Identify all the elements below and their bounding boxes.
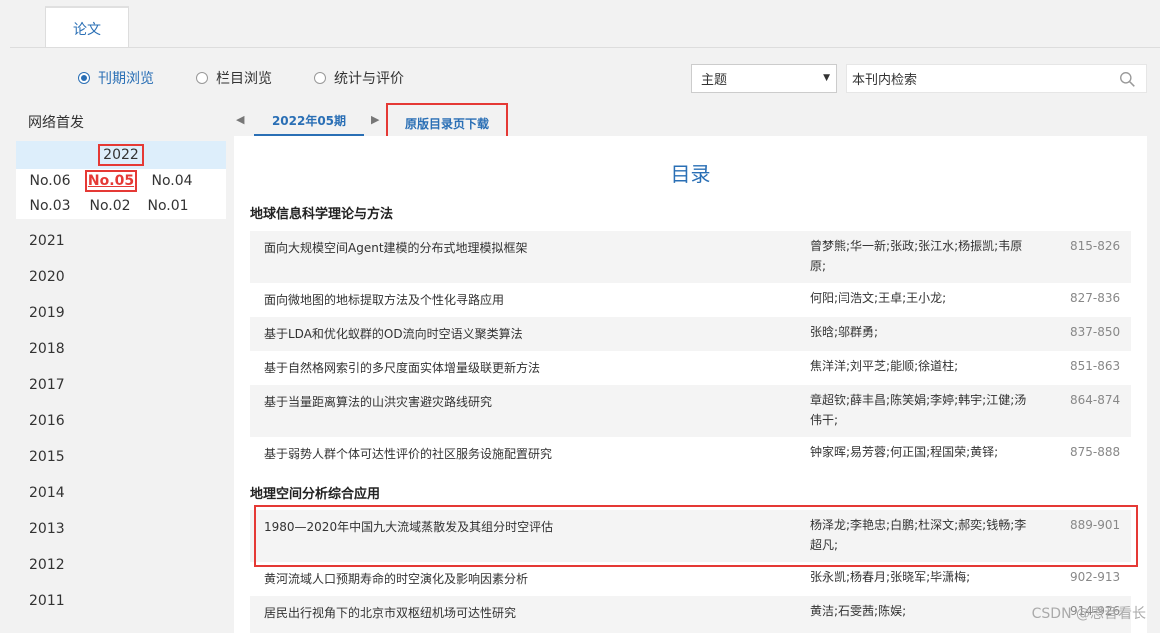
issue-list: No.06 No.05 No.04 No.03 No.02 No.01 bbox=[16, 169, 226, 219]
tab-paper[interactable]: 论文 bbox=[45, 6, 129, 49]
year-link[interactable]: 2017 bbox=[29, 377, 65, 393]
issue-link-selected[interactable]: No.05 bbox=[85, 170, 137, 192]
article-pages: 837-850 bbox=[1070, 325, 1121, 339]
article-authors: 张永凯;杨春月;张晓军;毕潇梅; bbox=[810, 570, 971, 584]
online-first-link[interactable]: 网络首发 bbox=[28, 112, 84, 132]
article-authors: 焦洋洋;刘平芝;能顺;徐道柱; bbox=[810, 359, 959, 373]
current-year-label: 2022 bbox=[98, 144, 144, 166]
current-year[interactable]: 2022 bbox=[16, 141, 226, 169]
section-heading: 地球信息科学理论与方法 bbox=[250, 207, 394, 222]
article-title[interactable]: 居民出行视角下的北京市双枢纽机场可达性研究 bbox=[264, 604, 804, 621]
dropdown-arrow-icon: ▼ bbox=[823, 73, 830, 83]
article-pages: 827-836 bbox=[1070, 291, 1121, 305]
year-link[interactable]: 2011 bbox=[29, 593, 65, 609]
top-tab-bar: 论文 bbox=[0, 0, 1160, 49]
radio-dot-icon bbox=[196, 72, 208, 84]
section-heading: 地理空间分析综合应用 bbox=[250, 487, 381, 502]
radio-label: 刊期浏览 bbox=[98, 71, 154, 87]
year-link[interactable]: 2014 bbox=[29, 485, 65, 501]
issue-link[interactable]: No.03 bbox=[20, 198, 80, 214]
watermark: CSDN @思音看长 bbox=[1031, 606, 1146, 622]
year-link[interactable]: 2016 bbox=[29, 413, 65, 429]
issue-link[interactable]: No.04 bbox=[142, 173, 202, 189]
article-authors: 钟家晖;易芳蓉;何正国;程国荣;黄铎; bbox=[810, 445, 999, 459]
radio-issue-browse[interactable]: 刊期浏览 bbox=[78, 68, 154, 88]
article-row: 黄河流域人口预期寿命的时空演化及影响因素分析 张永凯;杨春月;张晓军;毕潇梅; … bbox=[250, 562, 1131, 596]
issue-link[interactable]: No.01 bbox=[138, 198, 198, 214]
radio-label: 统计与评价 bbox=[334, 71, 404, 87]
year-link[interactable]: 2012 bbox=[29, 557, 65, 573]
article-authors: 曾梦熊;华一新;张政;张江水;杨振凯;韦原原; bbox=[810, 239, 1023, 273]
article-authors: 张晗;邬群勇; bbox=[810, 325, 879, 339]
search-icon[interactable] bbox=[1119, 71, 1136, 88]
article-pages: 875-888 bbox=[1070, 445, 1121, 459]
article-title[interactable]: 基于自然格网索引的多尺度面实体增量级联更新方法 bbox=[264, 359, 804, 376]
issue-link[interactable]: No.06 bbox=[20, 173, 80, 189]
tab-current-issue[interactable]: 2022年05期 bbox=[254, 106, 364, 136]
radio-label: 栏目浏览 bbox=[216, 71, 272, 87]
article-row: 面向微地图的地标提取方法及个性化寻路应用 何阳;闫浩文;王卓;王小龙; 827-… bbox=[250, 283, 1131, 317]
search-input-text: 本刊内检索 bbox=[852, 73, 918, 88]
article-row: 面向大规模空间Agent建模的分布式地理模拟框架 曾梦熊;华一新;张政;张江水;… bbox=[250, 231, 1131, 283]
article-pages: 864-874 bbox=[1070, 393, 1121, 407]
article-authors: 何阳;闫浩文;王卓;王小龙; bbox=[810, 291, 947, 305]
article-pages: 851-863 bbox=[1070, 359, 1121, 373]
search-field-select[interactable]: 主题 ▼ bbox=[691, 64, 837, 93]
year-link[interactable]: 2020 bbox=[29, 269, 65, 285]
radio-stats-eval[interactable]: 统计与评价 bbox=[314, 68, 404, 88]
article-title[interactable]: 基于弱势人群个体可达性评价的社区服务设施配置研究 bbox=[264, 445, 804, 462]
article-authors: 章超钦;薛丰昌;陈笑娟;李婷;韩宇;江健;汤伟干; bbox=[810, 393, 1027, 427]
article-row: 基于自然格网索引的多尺度面实体增量级联更新方法 焦洋洋;刘平芝;能顺;徐道柱; … bbox=[250, 351, 1131, 385]
article-row: 基于LDA和优化蚁群的OD流向时空语义聚类算法 张晗;邬群勇; 837-850 bbox=[250, 317, 1131, 351]
article-title[interactable]: 基于LDA和优化蚁群的OD流向时空语义聚类算法 bbox=[264, 325, 804, 342]
radio-dot-icon bbox=[314, 72, 326, 84]
highlight-box bbox=[254, 505, 1138, 567]
article-row: 居民出行视角下的北京市双枢纽机场可达性研究 黄洁;石雯茜;陈娱; 914-926 bbox=[250, 596, 1131, 633]
next-issue-icon[interactable]: ▶ bbox=[371, 113, 379, 126]
year-link[interactable]: 2019 bbox=[29, 305, 65, 321]
year-link[interactable]: 2013 bbox=[29, 521, 65, 537]
year-link[interactable]: 2021 bbox=[29, 233, 65, 249]
year-sidebar: 网络首发 2022 No.06 No.05 No.04 No.03 No.02 … bbox=[10, 106, 234, 633]
article-pages: 902-913 bbox=[1070, 570, 1121, 584]
issue-tab-bar: ◀ 2022年05期 ▶ 原版目录页下载 bbox=[234, 103, 1147, 143]
article-title[interactable]: 黄河流域人口预期寿命的时空演化及影响因素分析 bbox=[264, 570, 804, 587]
article-title[interactable]: 面向微地图的地标提取方法及个性化寻路应用 bbox=[264, 291, 804, 308]
article-pages: 815-826 bbox=[1070, 239, 1121, 253]
radio-dot-icon bbox=[78, 72, 90, 84]
article-row: 基于当量距离算法的山洪灾害避灾路线研究 章超钦;薛丰昌;陈笑娟;李婷;韩宇;江健… bbox=[250, 385, 1131, 437]
article-title[interactable]: 面向大规模空间Agent建模的分布式地理模拟框架 bbox=[264, 239, 804, 256]
prev-issue-icon[interactable]: ◀ bbox=[236, 113, 244, 126]
article-title[interactable]: 基于当量距离算法的山洪灾害避灾路线研究 bbox=[264, 393, 804, 410]
article-row: 基于弱势人群个体可达性评价的社区服务设施配置研究 钟家晖;易芳蓉;何正国;程国荣… bbox=[250, 437, 1131, 471]
year-link[interactable]: 2018 bbox=[29, 341, 65, 357]
toc-title: 目录 bbox=[670, 162, 711, 186]
issue-link[interactable]: No.02 bbox=[80, 198, 140, 214]
year-link[interactable]: 2015 bbox=[29, 449, 65, 465]
search-input[interactable]: 本刊内检索 bbox=[846, 64, 1147, 93]
article-authors: 黄洁;石雯茜;陈娱; bbox=[810, 604, 907, 618]
select-value: 主题 bbox=[701, 73, 728, 88]
radio-column-browse[interactable]: 栏目浏览 bbox=[196, 68, 272, 88]
toc-panel: ◀ 2022年05期 ▶ 原版目录页下载 目录 地球信息科学理论与方法 面向大规… bbox=[234, 103, 1147, 633]
